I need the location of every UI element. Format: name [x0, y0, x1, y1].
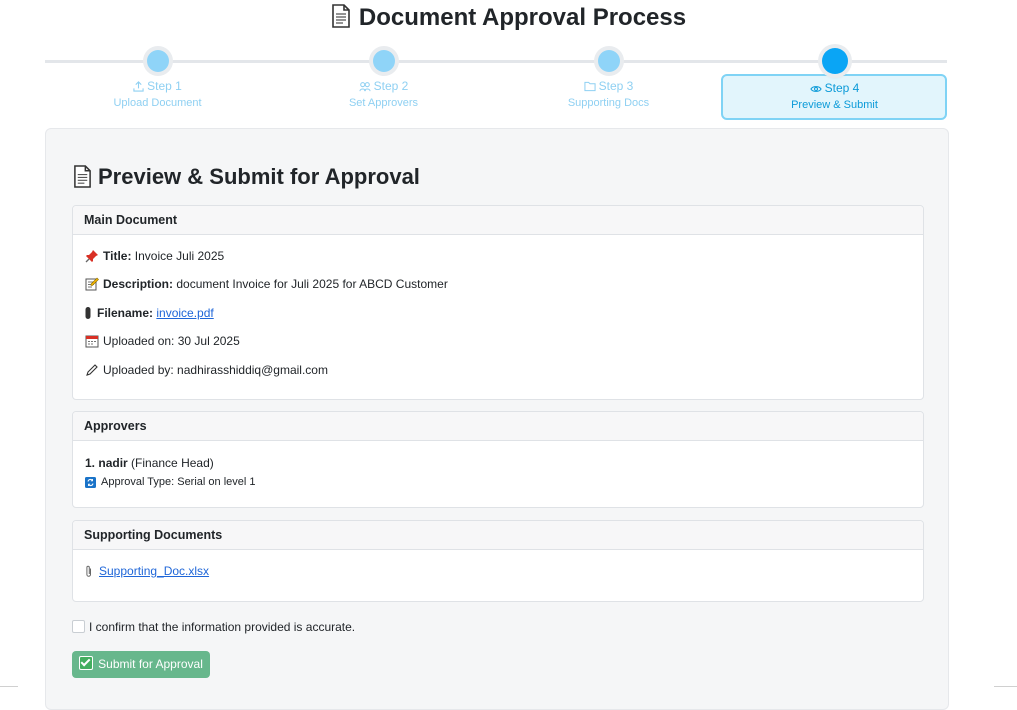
submit-button[interactable]: Submit for Approval — [72, 651, 210, 678]
confirm-checkbox[interactable] — [72, 620, 85, 633]
approver-item: 1. nadir (Finance Head) — [85, 455, 214, 471]
step-3[interactable]: Step 3 Supporting Docs — [496, 46, 721, 111]
step-4-label: Preview & Submit — [791, 99, 878, 111]
paperclip-icon — [85, 565, 95, 579]
supporting-file-row: Supporting_Doc.xlsx — [85, 563, 209, 579]
users-icon — [359, 79, 374, 93]
section-title: Preview & Submit for Approval — [73, 163, 420, 195]
edge-line-left — [0, 686, 18, 687]
paperclip-icon — [85, 306, 93, 320]
page-icon — [331, 4, 351, 37]
preview-panel: Preview & Submit for Approval Main Docum… — [45, 128, 949, 710]
page-title: Document Approval Process — [0, 2, 1017, 37]
title-row: Title: Invoice Juli 2025 — [85, 248, 224, 264]
submit-label: Submit for Approval — [98, 657, 203, 671]
page-title-text: Document Approval Process — [358, 4, 687, 31]
pushpin-icon — [85, 249, 99, 263]
filename-link[interactable]: invoice.pdf — [156, 306, 213, 320]
supporting-file-link[interactable]: Supporting_Doc.xlsx — [99, 564, 209, 578]
title-value: Invoice Juli 2025 — [134, 249, 225, 263]
folder-icon — [584, 79, 599, 93]
filename-label: Filename: — [97, 306, 154, 320]
approver-role: (Finance Head) — [131, 456, 214, 470]
description-row: Description: document Invoice for Juli 2… — [85, 276, 448, 292]
calendar-icon — [85, 334, 99, 348]
eye-icon — [809, 81, 825, 95]
check-icon — [79, 656, 94, 670]
memo-icon — [85, 277, 99, 291]
pencil-icon — [85, 363, 99, 377]
approver-index: 1. — [85, 456, 96, 470]
supporting-documents-card: Supporting Documents Supporting_Doc.xlsx — [72, 520, 924, 602]
uploaded-on-row: Uploaded on: 30 Jul 2025 — [85, 333, 240, 349]
approver-name: nadir — [98, 456, 128, 470]
uploaded-by: Uploaded by: nadhirasshiddiq@gmail.com — [103, 363, 328, 377]
step-2-dot — [372, 50, 395, 72]
uploaded-by-row: Uploaded by: nadhirasshiddiq@gmail.com — [85, 362, 328, 378]
step-4-dot — [821, 48, 848, 74]
approval-type-row: Approval Type: Serial on level 1 — [85, 474, 256, 490]
approval-type: Approval Type: Serial on level 1 — [101, 476, 256, 488]
approvers-header: Approvers — [73, 412, 923, 441]
step-1-dot — [146, 50, 169, 72]
upload-icon — [133, 79, 147, 93]
approvers-card: Approvers 1. nadir (Finance Head) Approv… — [72, 411, 924, 508]
repeat-icon — [85, 477, 97, 489]
step-1[interactable]: Step 1 Upload Document — [45, 46, 270, 111]
step-2[interactable]: Step 2 Set Approvers — [271, 46, 496, 111]
document-icon — [73, 165, 92, 195]
confirm-label: I confirm that the information provided … — [89, 620, 356, 634]
description-label: Description: — [103, 277, 174, 291]
step-3-number: Step 3 — [598, 79, 634, 93]
main-document-header: Main Document — [73, 206, 923, 235]
step-3-label: Supporting Docs — [567, 97, 650, 109]
title-label: Title: — [103, 249, 132, 263]
main-document-card: Main Document Title: Invoice Juli 2025 D… — [72, 205, 924, 400]
step-1-label: Upload Document — [113, 97, 202, 109]
step-3-dot — [597, 50, 620, 72]
description-value: document Invoice for Juli 2025 for ABCD … — [176, 277, 448, 291]
edge-line-right — [994, 686, 1017, 687]
filename-row: Filename: invoice.pdf — [85, 305, 214, 321]
step-1-number: Step 1 — [147, 79, 182, 93]
section-title-text: Preview & Submit for Approval — [98, 164, 420, 189]
step-4[interactable]: Step 4 Preview & Submit — [722, 46, 947, 113]
supporting-documents-header: Supporting Documents — [73, 521, 923, 550]
step-2-number: Step 2 — [373, 79, 409, 93]
step-4-number: Step 4 — [824, 81, 860, 95]
step-2-label: Set Approvers — [348, 97, 419, 109]
uploaded-on: Uploaded on: 30 Jul 2025 — [103, 334, 240, 348]
